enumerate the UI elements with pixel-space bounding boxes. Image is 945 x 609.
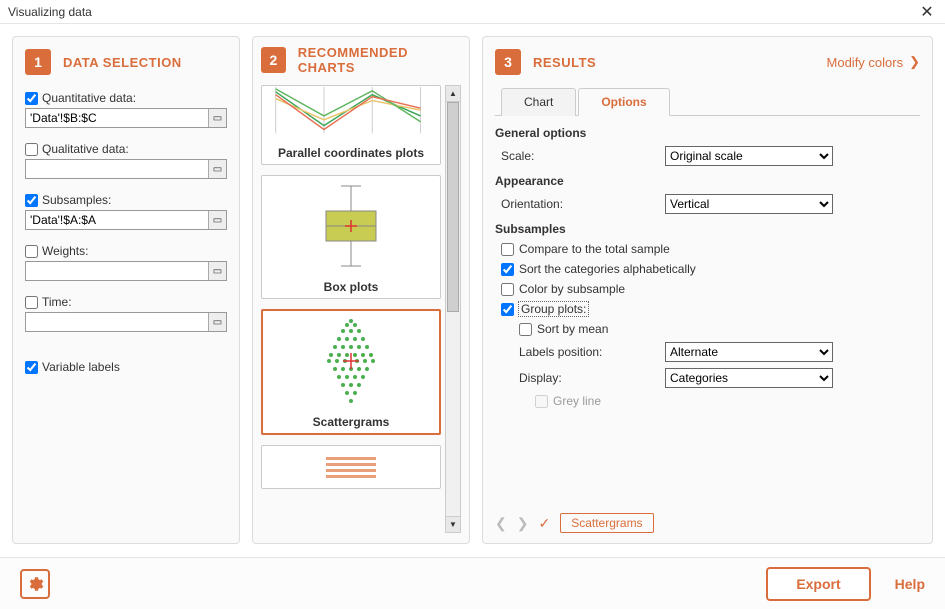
scattergram-thumb-icon	[291, 311, 411, 411]
charts-scrollbar[interactable]: ▲ ▼	[445, 85, 461, 533]
chart-card-scatter-label: Scattergrams	[263, 411, 439, 433]
group-plots-label: Group plots:	[519, 302, 588, 316]
qualitative-checkbox[interactable]	[25, 143, 38, 156]
sort-mean-checkbox[interactable]	[519, 323, 532, 336]
panel-results: 3 RESULTS Modify colors ❯ Chart Options …	[482, 36, 933, 544]
display-select[interactable]: Categories	[665, 368, 833, 388]
scale-label: Scale:	[495, 149, 665, 163]
panel-recommended-charts: 2 RECOMMENDED CHARTS	[252, 36, 470, 544]
gear-icon	[26, 575, 44, 593]
scale-select[interactable]: Original scale	[665, 146, 833, 166]
group-plots-checkbox[interactable]	[501, 303, 514, 316]
qualitative-label: Qualitative data:	[42, 142, 129, 156]
scroll-up-icon[interactable]: ▲	[446, 86, 460, 102]
boxplot-thumb-icon	[291, 181, 411, 271]
panel2-title: RECOMMENDED CHARTS	[298, 45, 461, 75]
chart-card-box-label: Box plots	[262, 276, 440, 298]
chevron-right-icon: ❯	[909, 54, 920, 70]
window-title: Visualizing data	[8, 5, 92, 19]
sort-alpha-checkbox[interactable]	[501, 263, 514, 276]
grey-line-checkbox	[535, 395, 548, 408]
weights-range-picker[interactable]: ▭	[208, 262, 226, 280]
chart-card-parallel[interactable]: Parallel coordinates plots	[261, 85, 441, 165]
subsamples-label: Subsamples:	[42, 193, 111, 207]
qualitative-range-picker[interactable]: ▭	[208, 160, 226, 178]
sort-alpha-label: Sort the categories alphabetically	[519, 262, 696, 276]
quantitative-label: Quantitative data:	[42, 91, 136, 105]
selected-chart-chip: Scattergrams	[560, 513, 653, 533]
section-subsamples: Subsamples	[495, 222, 920, 236]
weights-input[interactable]	[26, 262, 208, 280]
weights-checkbox[interactable]	[25, 245, 38, 258]
orientation-label: Orientation:	[495, 197, 665, 211]
close-icon[interactable]: ✕	[917, 2, 937, 22]
scroll-down-icon[interactable]: ▼	[446, 516, 460, 532]
panel-data-selection: 1 DATA SELECTION Quantitative data: ▭ Qu…	[12, 36, 240, 544]
section-appearance: Appearance	[495, 174, 920, 188]
check-icon[interactable]: ✓	[538, 515, 550, 532]
subsamples-checkbox[interactable]	[25, 194, 38, 207]
parallel-thumb-icon	[266, 86, 436, 142]
subsamples-range-picker[interactable]: ▭	[208, 211, 226, 229]
time-range-picker[interactable]: ▭	[208, 313, 226, 331]
step-number-2: 2	[261, 47, 286, 73]
chart-card-scatter[interactable]: Scattergrams	[261, 309, 441, 435]
color-by-label: Color by subsample	[519, 282, 625, 296]
sort-mean-label: Sort by mean	[537, 322, 608, 336]
time-input[interactable]	[26, 313, 208, 331]
grey-line-label: Grey line	[553, 394, 601, 408]
chart-card-next[interactable]	[261, 445, 441, 489]
color-by-checkbox[interactable]	[501, 283, 514, 296]
quantitative-range-picker[interactable]: ▭	[208, 109, 226, 127]
qualitative-input[interactable]	[26, 160, 208, 178]
compare-label: Compare to the total sample	[519, 242, 670, 256]
panel1-title: DATA SELECTION	[63, 55, 182, 70]
labels-position-label: Labels position:	[513, 345, 665, 359]
step-number-3: 3	[495, 49, 521, 75]
modify-colors-link[interactable]: Modify colors ❯	[827, 54, 920, 70]
time-label: Time:	[42, 295, 72, 309]
scroll-thumb[interactable]	[447, 102, 459, 312]
bars-thumb-icon	[321, 453, 381, 483]
time-checkbox[interactable]	[25, 296, 38, 309]
section-general: General options	[495, 126, 920, 140]
quantitative-input[interactable]	[26, 109, 208, 127]
prev-chart-icon[interactable]: ❮	[495, 515, 507, 532]
display-label: Display:	[513, 371, 665, 385]
chart-card-box[interactable]: Box plots	[261, 175, 441, 299]
help-link[interactable]: Help	[895, 576, 925, 592]
tab-chart[interactable]: Chart	[501, 88, 576, 116]
variable-labels-checkbox[interactable]	[25, 361, 38, 374]
labels-position-select[interactable]: Alternate	[665, 342, 833, 362]
variable-labels-label: Variable labels	[42, 360, 120, 374]
step-number-1: 1	[25, 49, 51, 75]
orientation-select[interactable]: Vertical	[665, 194, 833, 214]
tab-options[interactable]: Options	[578, 88, 669, 116]
settings-button[interactable]	[20, 569, 50, 599]
subsamples-input[interactable]	[26, 211, 208, 229]
panel3-title: RESULTS	[533, 55, 596, 70]
weights-label: Weights:	[42, 244, 88, 258]
chart-card-parallel-label: Parallel coordinates plots	[262, 142, 440, 164]
next-chart-icon[interactable]: ❯	[517, 515, 529, 532]
export-button[interactable]: Export	[766, 567, 870, 601]
compare-checkbox[interactable]	[501, 243, 514, 256]
modify-colors-label: Modify colors	[827, 55, 904, 70]
quantitative-checkbox[interactable]	[25, 92, 38, 105]
